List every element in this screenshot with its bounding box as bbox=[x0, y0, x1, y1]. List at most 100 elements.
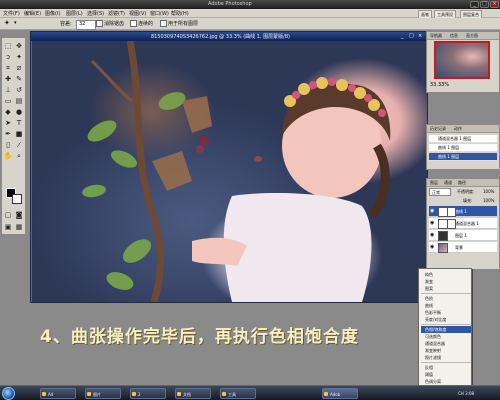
move-tool-icon[interactable]: ✥ bbox=[14, 41, 24, 51]
taskbar-item[interactable]: 文档 bbox=[175, 388, 211, 399]
zoom-tool-icon[interactable]: ⌕ bbox=[14, 151, 24, 161]
tab-histogram[interactable]: 直方图 bbox=[465, 32, 479, 39]
menu-item-solid-color[interactable]: 纯色 bbox=[421, 271, 471, 278]
healing-brush-tool-icon[interactable]: ✚ bbox=[3, 74, 13, 84]
layer-row-curves[interactable]: ◉ 曲线 1 bbox=[429, 206, 497, 217]
shape-tool-icon[interactable]: ■ bbox=[14, 129, 24, 139]
mask-thumbnail[interactable] bbox=[447, 219, 456, 229]
menu-select[interactable]: 选择(S) bbox=[87, 10, 104, 17]
type-tool-icon[interactable]: T bbox=[14, 118, 24, 128]
marquee-tool-icon[interactable]: ⬚ bbox=[3, 41, 13, 51]
maximize-button[interactable]: □ bbox=[480, 1, 489, 8]
menu-image[interactable]: 图像(I) bbox=[45, 10, 60, 17]
fullscreen-mode-icon[interactable]: ▦ bbox=[14, 222, 24, 232]
taskbar-item[interactable]: 2 bbox=[130, 388, 166, 399]
layer-row-layer1[interactable]: ◉ 图层 1 bbox=[429, 230, 497, 241]
menu-item-channel-mixer[interactable]: 通道混合器 bbox=[421, 340, 471, 347]
eye-icon[interactable]: ◉ bbox=[430, 208, 436, 214]
tab-actions[interactable]: 动作 bbox=[453, 125, 463, 132]
fill-value[interactable]: 100% bbox=[483, 198, 494, 203]
menu-item-pattern[interactable]: 图案 bbox=[421, 285, 471, 292]
layer-row-channel-mixer[interactable]: ◉ 通道混合器 1 bbox=[429, 218, 497, 229]
menu-layer[interactable]: 图层(L) bbox=[66, 10, 83, 17]
menu-item-levels[interactable]: 色阶 bbox=[421, 295, 471, 302]
clone-stamp-tool-icon[interactable]: ⊥ bbox=[3, 85, 13, 95]
lasso-tool-icon[interactable]: ↄ bbox=[3, 52, 13, 62]
doc-maximize-icon[interactable]: □ bbox=[409, 33, 414, 39]
image-canvas[interactable] bbox=[32, 41, 427, 302]
taskbar-item[interactable]: 工具 bbox=[220, 388, 256, 399]
minimize-button[interactable]: _ bbox=[470, 1, 479, 8]
contiguous-label: 连续的 bbox=[138, 21, 154, 27]
doc-minimize-icon[interactable]: _ bbox=[401, 33, 404, 39]
notes-tool-icon[interactable]: ▯ bbox=[3, 140, 13, 150]
path-selection-tool-icon[interactable]: ➤ bbox=[3, 118, 13, 128]
magic-wand-icon[interactable]: ✦ bbox=[4, 19, 10, 27]
magic-wand-tool-icon[interactable]: ✦ bbox=[14, 52, 24, 62]
blend-mode-select[interactable]: 正常 bbox=[429, 188, 451, 196]
menu-item-brightness-contrast[interactable]: 亮度/对比度 bbox=[421, 316, 471, 323]
tab-layers[interactable]: 图层 bbox=[429, 179, 439, 186]
system-tray[interactable]: CH 3:08 bbox=[458, 388, 498, 399]
opacity-value[interactable]: 100% bbox=[483, 189, 494, 194]
background-color-swatch[interactable] bbox=[12, 194, 22, 204]
tab-paths[interactable]: 路径 bbox=[457, 179, 467, 186]
gradient-tool-icon[interactable]: ▤ bbox=[14, 96, 24, 106]
crop-tool-icon[interactable]: ⌗ bbox=[3, 63, 13, 73]
mask-thumbnail[interactable] bbox=[447, 207, 456, 217]
history-item-selected[interactable]: 曲线 1 图层 bbox=[429, 153, 497, 161]
taskbar-item[interactable]: Ad bbox=[40, 388, 76, 399]
menu-edit[interactable]: 编辑(E) bbox=[24, 10, 41, 17]
menu-item-posterize[interactable]: 色调分离 bbox=[421, 378, 471, 385]
all-layers-checkbox[interactable]: 用于所有图层 bbox=[160, 20, 198, 27]
antialias-checkbox[interactable]: 消除锯齿 bbox=[96, 20, 124, 27]
close-button[interactable]: × bbox=[490, 1, 499, 8]
menu-item-threshold[interactable]: 阈值 bbox=[421, 371, 471, 378]
hand-tool-icon[interactable]: ✋ bbox=[3, 151, 13, 161]
blur-tool-icon[interactable]: ◆ bbox=[3, 107, 13, 117]
history-item[interactable]: 通道混合器 1 图层 bbox=[429, 135, 497, 143]
slice-tool-icon[interactable]: ⧄ bbox=[14, 63, 24, 73]
pen-tool-icon[interactable]: ✒ bbox=[3, 129, 13, 139]
tab-history[interactable]: 历史记录 bbox=[429, 125, 447, 132]
menu-item-photo-filter[interactable]: 照片滤镜 bbox=[421, 354, 471, 361]
chevron-down-icon[interactable]: ▾ bbox=[14, 20, 17, 26]
doc-close-icon[interactable]: × bbox=[418, 33, 422, 39]
contiguous-checkbox[interactable]: 连续的 bbox=[130, 20, 153, 27]
layer-row-background[interactable]: ◉ 背景 bbox=[429, 242, 497, 253]
menu-item-selective-color[interactable]: 可选颜色 bbox=[421, 333, 471, 340]
brush-tool-icon[interactable]: ✎ bbox=[14, 74, 24, 84]
eyedropper-tool-icon[interactable]: ⁄ bbox=[14, 140, 24, 150]
menu-file[interactable]: 文件(F) bbox=[3, 10, 20, 17]
document-title-bar[interactable]: 8150309740S3426762.jpg @ 33.3% (曲线 1, 图层… bbox=[31, 32, 427, 41]
history-brush-tool-icon[interactable]: ↺ bbox=[14, 85, 24, 95]
menu-item-gradient-map[interactable]: 渐变映射 bbox=[421, 347, 471, 354]
eye-icon[interactable]: ◉ bbox=[430, 244, 436, 250]
eye-icon[interactable]: ◉ bbox=[430, 220, 436, 226]
menu-item-curves[interactable]: 曲线 bbox=[421, 302, 471, 309]
taskbar-item[interactable]: 图片 bbox=[85, 388, 121, 399]
zoom-level[interactable]: 33.33% bbox=[430, 82, 449, 88]
start-button[interactable] bbox=[2, 387, 15, 400]
standard-mode-icon[interactable]: ▢ bbox=[3, 210, 13, 220]
tab-info[interactable]: 信息 bbox=[449, 32, 459, 39]
menu-item-invert[interactable]: 反相 bbox=[421, 364, 471, 371]
dodge-tool-icon[interactable]: ● bbox=[14, 107, 24, 117]
tab-channels[interactable]: 通道 bbox=[443, 179, 453, 186]
tab-navigator[interactable]: 导航器 bbox=[429, 32, 443, 39]
eraser-tool-icon[interactable]: ▭ bbox=[3, 96, 13, 106]
quick-mask-mode-icon[interactable]: ◙ bbox=[14, 210, 24, 220]
screen-mode-icon[interactable]: ▣ bbox=[3, 222, 13, 232]
eye-icon[interactable]: ◉ bbox=[430, 232, 436, 238]
menu-help[interactable]: 帮助(H) bbox=[171, 10, 189, 17]
menu-item-color-balance[interactable]: 色彩平衡 bbox=[421, 309, 471, 316]
navigator-preview[interactable] bbox=[434, 41, 490, 79]
menu-item-hue-saturation[interactable]: 色相/饱和度 bbox=[421, 326, 471, 333]
menu-item-gradient[interactable]: 渐变 bbox=[421, 278, 471, 285]
menu-window[interactable]: 窗口(W) bbox=[150, 10, 169, 17]
tolerance-input[interactable]: 32 bbox=[76, 20, 96, 30]
history-item[interactable]: 曲线 1 图层 bbox=[429, 144, 497, 152]
menu-view[interactable]: 视图(V) bbox=[129, 10, 146, 17]
taskbar-item-active[interactable]: Adob bbox=[322, 388, 358, 399]
menu-filter[interactable]: 滤镜(T) bbox=[108, 10, 125, 17]
